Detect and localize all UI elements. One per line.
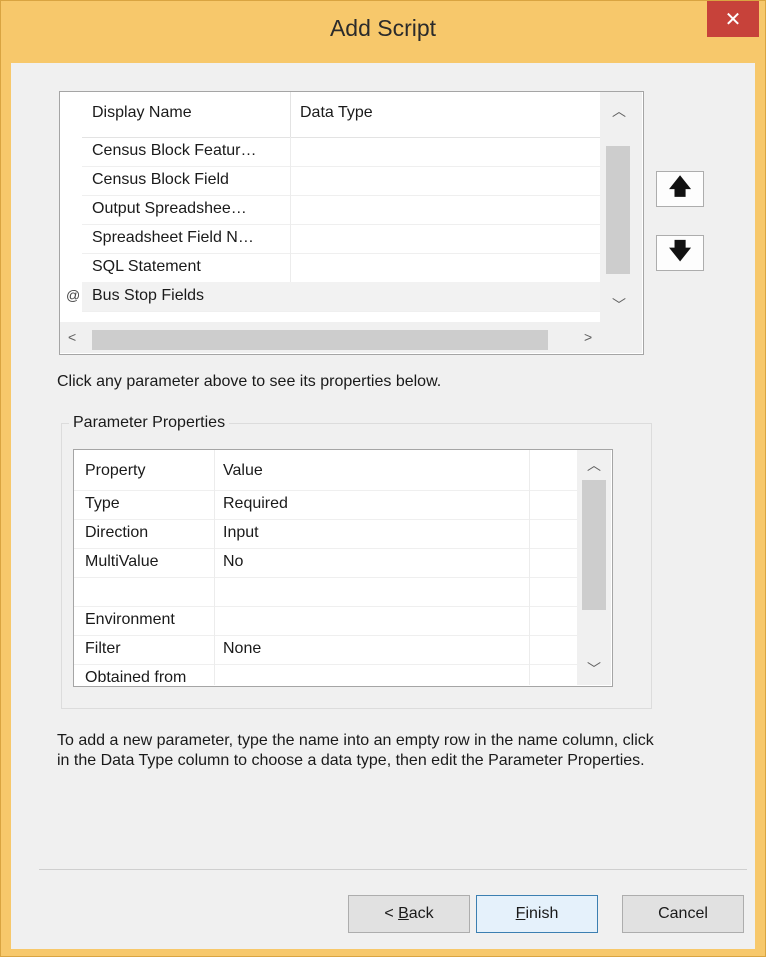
column-divider (214, 635, 215, 664)
parameter-row[interactable]: Census Block Featur… (82, 137, 600, 167)
property-row-partial[interactable]: Obtained from (74, 664, 577, 685)
column-divider (529, 606, 530, 635)
property-name: Filter (85, 640, 121, 657)
cancel-label: Cancel (658, 905, 708, 922)
property-row[interactable]: Direction Input (74, 519, 577, 549)
property-row[interactable]: Filter None (74, 635, 577, 665)
parameters-vertical-scrollbar[interactable]: ︿ ﹀ (600, 92, 642, 322)
column-divider (529, 450, 530, 490)
parameter-row[interactable]: SQL Statement (82, 253, 600, 283)
parameters-horizontal-scrollbar[interactable]: < > (60, 322, 642, 353)
parameter-name-cell[interactable]: Census Block Field (92, 171, 229, 189)
property-name: MultiValue (85, 553, 159, 570)
column-divider (290, 137, 291, 166)
column-divider (290, 195, 291, 224)
parameter-row[interactable]: Spreadsheet Field N… (82, 224, 600, 254)
parameter-name-cell[interactable]: Spreadsheet Field N… (92, 229, 254, 247)
parameter-row-selected[interactable]: @ Bus Stop Fields (66, 282, 600, 312)
column-divider (214, 606, 215, 635)
column-divider (214, 548, 215, 577)
dialog-title: Add Script (329, 15, 437, 41)
column-header-data-type[interactable]: Data Type (300, 104, 373, 122)
property-value[interactable]: Input (223, 524, 259, 542)
back-label-rest: ack (408, 905, 434, 922)
properties-grid-header: Property Value (74, 450, 577, 491)
parameter-row[interactable]: Output Spreadshee… (82, 195, 600, 225)
arrow-down-icon: 🡇 (668, 238, 692, 263)
move-up-button[interactable]: 🡅 (656, 171, 704, 207)
back-mnemonic: B (398, 905, 409, 922)
back-prefix: < (384, 905, 399, 922)
column-divider (290, 253, 291, 282)
column-divider (290, 166, 291, 195)
column-header-property[interactable]: Property (85, 462, 145, 480)
column-divider (290, 224, 291, 253)
column-divider (529, 664, 530, 685)
column-divider (214, 490, 215, 519)
scroll-thumb[interactable] (92, 330, 548, 350)
column-header-value[interactable]: Value (223, 462, 263, 480)
instructions-text: To add a new parameter, type the name in… (57, 732, 654, 769)
finish-label-rest: inish (525, 905, 559, 922)
finish-mnemonic: F (515, 905, 526, 922)
chevron-down-icon[interactable]: ﹀ (587, 662, 601, 676)
property-name: Environment (85, 611, 175, 628)
property-name: Type (85, 495, 120, 512)
column-header-display-name[interactable]: Display Name (92, 104, 192, 122)
column-divider (290, 92, 291, 137)
column-divider (214, 450, 215, 490)
parameter-row[interactable]: Census Block Field (82, 166, 600, 196)
chevron-up-icon[interactable]: ︿ (587, 458, 601, 472)
arrow-up-icon: 🡅 (668, 174, 692, 199)
close-button[interactable]: ✕ (707, 1, 759, 37)
parameter-name-cell[interactable]: Bus Stop Fields (92, 287, 204, 305)
parameter-hint-text: Click any parameter above to see its pro… (57, 373, 442, 390)
column-divider (529, 548, 530, 577)
column-divider (214, 664, 215, 685)
close-icon: ✕ (724, 8, 742, 31)
column-divider (214, 519, 215, 548)
column-divider (529, 635, 530, 664)
parameter-properties-grid[interactable]: Property Value Type Required Direction I… (73, 449, 613, 687)
column-divider (529, 519, 530, 548)
row-edit-marker: @ (66, 287, 81, 303)
move-down-button[interactable]: 🡇 (656, 235, 704, 271)
chevron-left-icon[interactable]: < (68, 330, 76, 344)
property-value[interactable]: Required (223, 495, 288, 513)
column-divider (214, 577, 215, 606)
cancel-button[interactable]: Cancel (622, 895, 744, 933)
property-row[interactable]: Type Required (74, 490, 577, 520)
chevron-right-icon[interactable]: > (584, 330, 592, 344)
parameters-grid-header: Display Name Data Type (82, 92, 600, 138)
add-script-dialog: Add Script ✕ Display Name Data Type Cens… (0, 0, 766, 957)
property-value[interactable]: No (223, 553, 243, 571)
title-bar[interactable]: Add Script ✕ (1, 1, 765, 63)
parameter-name-cell[interactable]: SQL Statement (92, 258, 201, 276)
property-name: Obtained from (85, 669, 187, 685)
parameters-grid[interactable]: Display Name Data Type Census Block Feat… (59, 91, 644, 355)
back-button[interactable]: < Back (348, 895, 470, 933)
scroll-thumb[interactable] (582, 480, 606, 610)
property-row-blank[interactable] (74, 577, 577, 607)
scroll-thumb[interactable] (606, 146, 630, 274)
finish-button[interactable]: Finish (476, 895, 598, 933)
parameter-properties-label: Parameter Properties (69, 414, 230, 432)
column-divider (529, 577, 530, 606)
parameter-name-cell[interactable]: Output Spreadshee… (92, 200, 247, 218)
parameter-name-cell[interactable]: Census Block Featur… (92, 142, 257, 160)
chevron-up-icon[interactable]: ︿ (612, 104, 626, 118)
button-divider (39, 869, 747, 870)
property-row[interactable]: Environment (74, 606, 577, 636)
property-value[interactable]: None (223, 640, 261, 658)
dialog-body: Display Name Data Type Census Block Feat… (11, 63, 755, 949)
column-divider (529, 490, 530, 519)
properties-vertical-scrollbar[interactable]: ︿ ﹀ (577, 450, 611, 685)
property-row[interactable]: MultiValue No (74, 548, 577, 578)
property-name: Direction (85, 524, 149, 541)
chevron-down-icon[interactable]: ﹀ (612, 298, 626, 312)
